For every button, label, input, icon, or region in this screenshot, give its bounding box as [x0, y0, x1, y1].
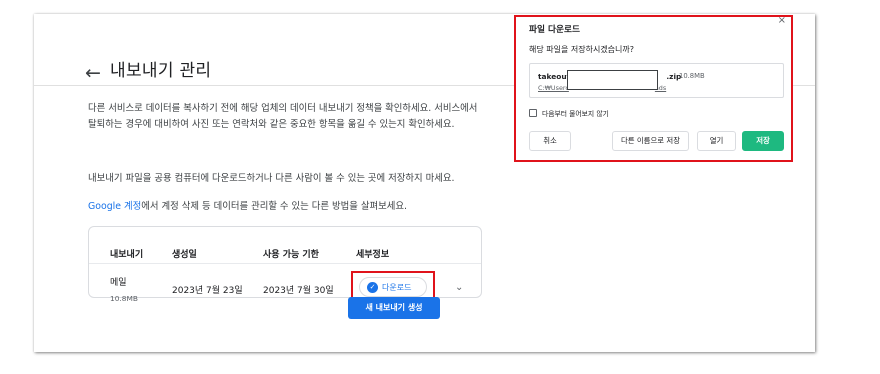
account-management-rest: 에서 계정 삭제 등 데이터를 관리할 수 있는 다른 방법을 살펴보세요. — [141, 201, 407, 212]
public-computer-warning: 내보내기 파일을 공용 컴퓨터에 다운로드하거나 다른 사람이 볼 수 있는 곳… — [88, 173, 455, 184]
file-path-start: C:₩Userc — [538, 84, 569, 92]
export-expiry-date: 2023년 7월 30일 — [263, 286, 334, 296]
file-info-box: takeout-2 .zip 10.8MB C:₩Userc ads — [529, 63, 784, 98]
account-management-text: Google 계정에서 계정 삭제 등 데이터를 관리할 수 있는 다른 방법을… — [88, 199, 478, 215]
dont-ask-label: 다음부터 물어보지 않기 — [542, 110, 609, 118]
chevron-down-icon[interactable]: ⌄ — [455, 282, 463, 293]
header-expires: 사용 가능 기한 — [263, 250, 319, 260]
redaction-box — [567, 70, 658, 90]
save-button[interactable]: 저장 — [742, 131, 784, 151]
table-divider — [89, 263, 481, 264]
new-export-button[interactable]: 새 내보내기 생성 — [348, 297, 440, 319]
page-title: 내보내기 관리 — [110, 61, 212, 81]
dont-ask-checkbox[interactable] — [529, 109, 537, 117]
exports-table: 내보내기 생성일 사용 가능 기한 세부정보 메일 10.8MB 2023년 7… — [88, 226, 482, 303]
cancel-button[interactable]: 취소 — [529, 131, 571, 151]
file-size: 10.8MB — [679, 72, 705, 80]
export-policy-text: 다른 서비스로 데이터를 복사하기 전에 해당 업체의 데이터 내보내기 정책을… — [88, 103, 478, 130]
dialog-title: 파일 다운로드 — [529, 25, 580, 35]
open-button[interactable]: 열기 — [697, 131, 736, 151]
export-name: 메일 — [110, 278, 127, 288]
close-icon[interactable]: × — [778, 15, 786, 26]
header-export: 내보내기 — [110, 250, 144, 260]
back-arrow-icon[interactable]: ← — [85, 63, 101, 83]
dialog-question: 해당 파일을 저장하시겠습니까? — [529, 45, 635, 54]
header-details: 세부정보 — [356, 250, 390, 260]
export-size: 10.8MB — [110, 294, 138, 303]
save-as-button[interactable]: 다른 이름으로 저장 — [612, 131, 689, 151]
header-created: 생성일 — [172, 250, 197, 260]
file-download-dialog: 파일 다운로드 × 해당 파일을 저장하시겠습니까? takeout-2 .zip… — [514, 15, 793, 162]
export-created-date: 2023년 7월 23일 — [172, 286, 243, 296]
google-account-link[interactable]: Google 계정 — [88, 201, 141, 212]
